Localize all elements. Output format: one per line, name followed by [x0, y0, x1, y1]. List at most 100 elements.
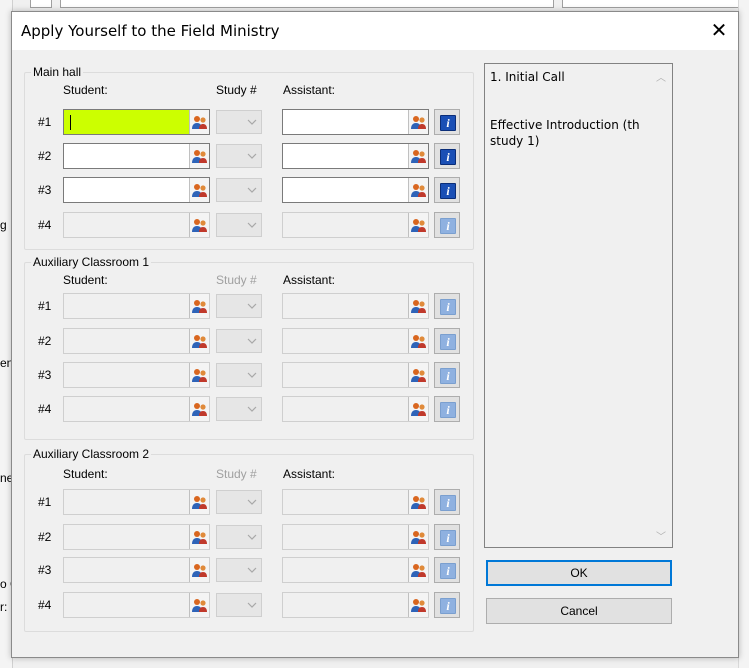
assistant-column-label: Assistant: — [283, 83, 336, 97]
info-button[interactable]: i — [434, 396, 460, 422]
people-icon[interactable] — [408, 593, 428, 617]
ok-button[interactable]: OK — [486, 560, 672, 586]
row-number: #4 — [38, 218, 52, 232]
assistant-input[interactable] — [282, 362, 429, 388]
assistant-input[interactable] — [282, 557, 429, 583]
group-label: Auxiliary Classroom 2 — [31, 447, 152, 461]
study-dropdown[interactable] — [216, 525, 262, 549]
study-dropdown[interactable] — [216, 178, 262, 202]
student-input[interactable] — [63, 177, 210, 203]
student-input[interactable] — [63, 396, 210, 422]
info-button[interactable]: i — [434, 109, 460, 135]
info-button[interactable]: i — [434, 489, 460, 515]
student-input[interactable] — [63, 212, 210, 238]
people-icon[interactable] — [189, 525, 209, 549]
info-button[interactable]: i — [434, 362, 460, 388]
study-dropdown[interactable] — [216, 397, 262, 421]
people-icon[interactable] — [189, 363, 209, 387]
assistant-input[interactable] — [282, 143, 429, 169]
info-button[interactable]: i — [434, 524, 460, 550]
info-button[interactable]: i — [434, 212, 460, 238]
info-button[interactable]: i — [434, 293, 460, 319]
info-line-study: Effective Introduction (th study 1) — [490, 118, 640, 148]
info-button[interactable]: i — [434, 328, 460, 354]
study-dropdown[interactable] — [216, 110, 262, 134]
student-input[interactable] — [63, 489, 210, 515]
student-input[interactable] — [63, 328, 210, 354]
assistant-input[interactable] — [282, 212, 429, 238]
people-icon[interactable] — [408, 178, 428, 202]
info-button[interactable]: i — [434, 177, 460, 203]
info-button[interactable]: i — [434, 592, 460, 618]
study-dropdown[interactable] — [216, 294, 262, 318]
assistant-input[interactable] — [282, 109, 429, 135]
assistant-input[interactable] — [282, 592, 429, 618]
people-icon[interactable] — [408, 329, 428, 353]
cancel-button[interactable]: Cancel — [486, 598, 672, 624]
student-input[interactable] — [63, 143, 210, 169]
student-input[interactable] — [63, 362, 210, 388]
people-icon[interactable] — [408, 294, 428, 318]
study-dropdown[interactable] — [216, 363, 262, 387]
people-icon[interactable] — [189, 490, 209, 514]
people-icon[interactable] — [408, 110, 428, 134]
row-number: #1 — [38, 115, 52, 129]
student-input[interactable] — [63, 109, 210, 135]
student-input[interactable] — [63, 524, 210, 550]
assistant-input[interactable] — [282, 328, 429, 354]
info-icon: i — [440, 334, 456, 350]
people-icon[interactable] — [189, 110, 209, 134]
row-number: #1 — [38, 299, 52, 313]
study-dropdown[interactable] — [216, 490, 262, 514]
dialog-title: Apply Yourself to the Field Ministry — [21, 22, 280, 40]
info-button[interactable]: i — [434, 143, 460, 169]
study-dropdown[interactable] — [216, 593, 262, 617]
group-label: Main hall — [31, 65, 84, 79]
student-input[interactable] — [63, 293, 210, 319]
student-input[interactable] — [63, 557, 210, 583]
row-number: #4 — [38, 402, 52, 416]
study-dropdown[interactable] — [216, 144, 262, 168]
student-input[interactable] — [63, 592, 210, 618]
background-input — [60, 0, 554, 8]
assistant-input[interactable] — [282, 293, 429, 319]
people-icon[interactable] — [189, 329, 209, 353]
background-input — [562, 0, 749, 8]
people-icon[interactable] — [408, 363, 428, 387]
info-panel[interactable]: 1. Initial Call Effective Introduction (… — [484, 63, 673, 548]
study-dropdown[interactable] — [216, 558, 262, 582]
people-icon[interactable] — [189, 558, 209, 582]
assistant-input[interactable] — [282, 177, 429, 203]
info-icon: i — [440, 495, 456, 511]
assistant-input[interactable] — [282, 489, 429, 515]
assistant-input[interactable] — [282, 396, 429, 422]
study-column-label: Study # — [216, 273, 257, 287]
close-icon[interactable]: ✕ — [702, 15, 736, 47]
row-number: #2 — [38, 334, 52, 348]
people-icon[interactable] — [408, 490, 428, 514]
study-dropdown[interactable] — [216, 329, 262, 353]
people-icon[interactable] — [189, 593, 209, 617]
people-icon[interactable] — [408, 558, 428, 582]
info-icon: i — [440, 183, 456, 199]
info-icon: i — [440, 402, 456, 418]
people-icon[interactable] — [408, 525, 428, 549]
row-number: #1 — [38, 495, 52, 509]
scroll-down-icon[interactable]: ﹀ — [656, 528, 666, 543]
people-icon[interactable] — [189, 178, 209, 202]
people-icon[interactable] — [189, 397, 209, 421]
people-icon[interactable] — [189, 144, 209, 168]
people-icon[interactable] — [408, 144, 428, 168]
people-icon[interactable] — [189, 213, 209, 237]
people-icon[interactable] — [408, 213, 428, 237]
info-button[interactable]: i — [434, 557, 460, 583]
row-number: #3 — [38, 563, 52, 577]
assistant-input[interactable] — [282, 524, 429, 550]
background-fragment: r: — [0, 600, 8, 614]
people-icon[interactable] — [408, 397, 428, 421]
assignment-group: Auxiliary Classroom 2 Student: Study # A… — [24, 447, 474, 632]
scroll-up-icon[interactable]: ︿ — [656, 69, 666, 84]
people-icon[interactable] — [189, 294, 209, 318]
study-dropdown[interactable] — [216, 213, 262, 237]
row-number: #4 — [38, 598, 52, 612]
